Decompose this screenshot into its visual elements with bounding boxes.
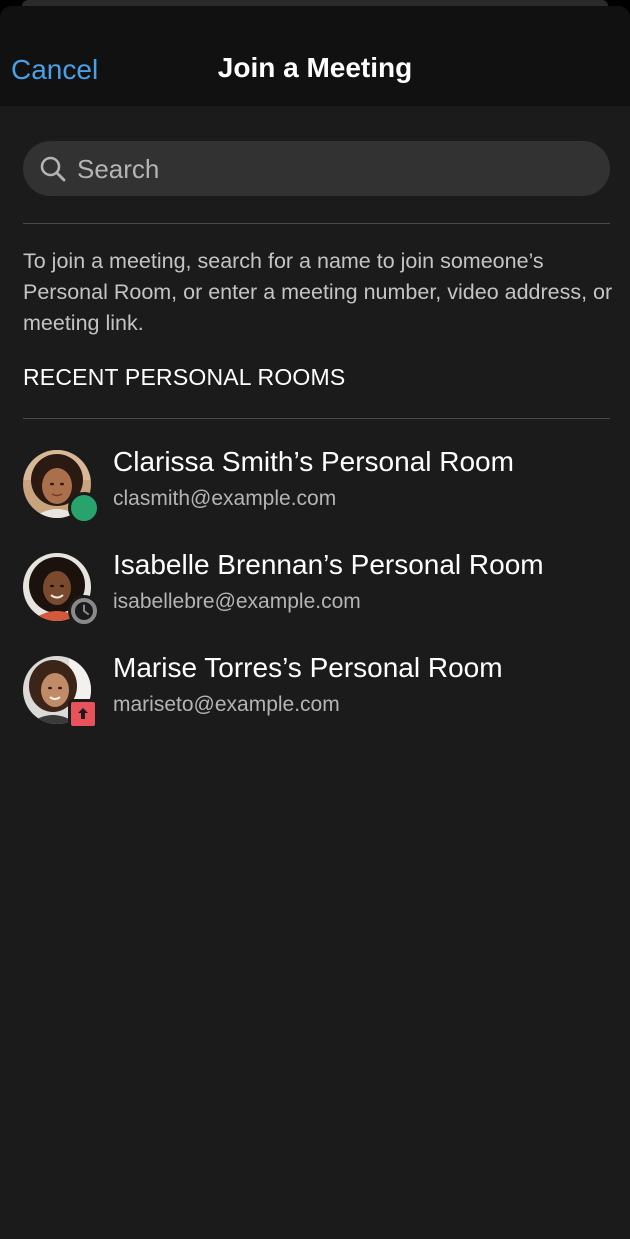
divider: [23, 418, 610, 419]
clock-icon: [68, 595, 100, 627]
join-meeting-sheet: Cancel Join a Meeting To join a meeting,…: [0, 6, 630, 1239]
search-input[interactable]: [75, 141, 599, 198]
room-name: Isabelle Brennan’s Personal Room: [113, 549, 544, 580]
room-item-isabelle-brennan[interactable]: Isabelle Brennan’s Personal Room isabell…: [0, 549, 630, 639]
room-name: Clarissa Smith’s Personal Room: [113, 446, 514, 477]
section-header-recent-rooms: RECENT PERSONAL ROOMS: [23, 364, 346, 390]
room-email: isabellebre@example.com: [113, 590, 361, 613]
page-title: Join a Meeting: [217, 52, 413, 83]
room-item-clarissa-smith[interactable]: Clarissa Smith’s Personal Room clasmith@…: [0, 446, 630, 536]
search-icon: [39, 155, 67, 183]
navigation-bar: Cancel Join a Meeting: [0, 6, 630, 106]
share-screen-icon: [68, 699, 98, 729]
divider: [23, 223, 610, 224]
status-available-icon: [68, 492, 100, 524]
room-email: mariseto@example.com: [113, 693, 340, 716]
room-email: clasmith@example.com: [113, 487, 337, 510]
search-bar[interactable]: [23, 141, 610, 198]
room-item-marise-torres[interactable]: Marise Torres’s Personal Room mariseto@e…: [0, 652, 630, 742]
room-name: Marise Torres’s Personal Room: [113, 652, 503, 683]
help-text: To join a meeting, search for a name to …: [23, 249, 613, 335]
